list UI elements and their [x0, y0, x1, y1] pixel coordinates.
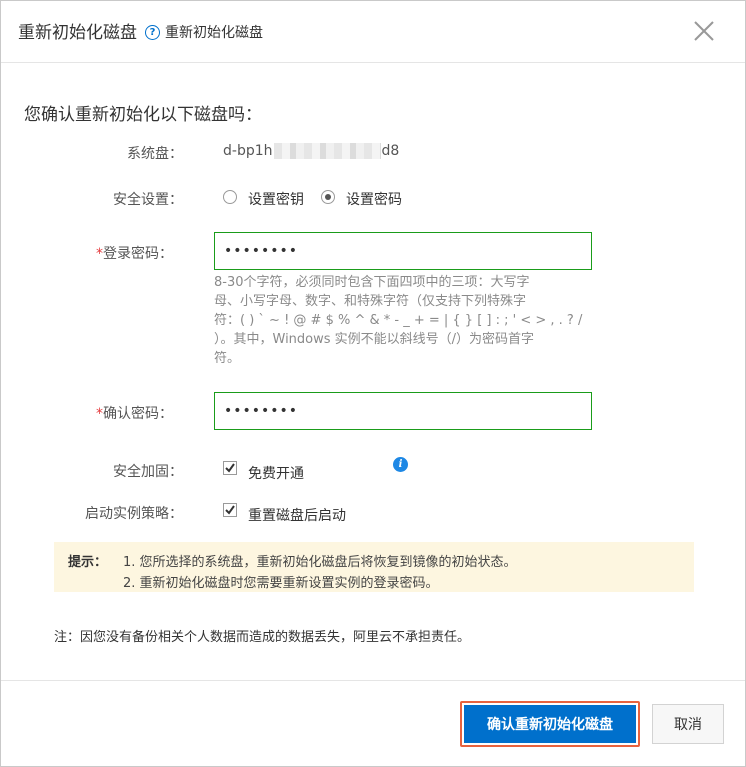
login-password-label: *登录密码：	[3, 243, 173, 263]
password-hint-line: 符。	[214, 351, 241, 366]
radio-set-key[interactable]	[223, 190, 237, 204]
dialog-header: 重新初始化磁盘 ? 重新初始化磁盘	[1, 1, 745, 63]
system-disk-value: d-bp1h d8	[223, 143, 399, 159]
start-after-reset-label[interactable]: 重置磁盘后启动	[248, 505, 346, 525]
radio-set-password-label[interactable]: 设置密码	[346, 189, 402, 209]
help-icon[interactable]: ?	[145, 25, 160, 40]
system-disk-id-prefix: d-bp1h	[223, 143, 273, 159]
reinit-disk-dialog: 重新初始化磁盘 ? 重新初始化磁盘 您确认重新初始化以下磁盘吗： 系统盘： d-…	[0, 0, 746, 767]
confirm-password-label-text: 确认密码：	[103, 406, 173, 422]
confirm-reinit-button[interactable]: 确认重新初始化磁盘	[464, 705, 636, 743]
radio-set-key-label[interactable]: 设置密钥	[248, 189, 304, 209]
required-mark: *	[96, 406, 103, 422]
login-password-input[interactable]	[214, 232, 592, 270]
required-mark: *	[96, 246, 103, 262]
password-hint-line: 母、小写字母、数字、和特殊字符（仅支持下列特殊字	[214, 294, 527, 309]
confirm-question: 您确认重新初始化以下磁盘吗：	[24, 105, 262, 125]
tip-line: 2. 重新初始化磁盘时您需要重新设置实例的登录密码。	[123, 576, 439, 591]
password-hint: 8-30个字符，必须同时包含下面四项中的三项：大写字 母、小写字母、数字、和特殊…	[214, 273, 584, 368]
info-icon[interactable]: i	[393, 457, 408, 472]
redacted-mask	[273, 143, 381, 159]
radio-set-password[interactable]	[321, 190, 335, 204]
start-policy-label: 启动实例策略：	[85, 506, 183, 522]
free-enable-label[interactable]: 免费开通	[248, 463, 304, 483]
disclaimer-note: 注：因您没有备份相关个人数据而造成的数据丢失，阿里云不承担责任。	[54, 630, 471, 645]
password-hint-line: ）。其中，Windows 实例不能以斜线号（/）为密码首字	[214, 332, 535, 347]
start-after-reset-checkbox[interactable]	[223, 503, 237, 517]
close-icon[interactable]	[691, 18, 717, 44]
login-password-label-text: 登录密码：	[103, 246, 173, 262]
help-link[interactable]: 重新初始化磁盘	[165, 22, 263, 42]
tip-line: 1. 您所选择的系统盘，重新初始化磁盘后将恢复到镜像的初始状态。	[123, 555, 517, 570]
security-hardening-label: 安全加固：	[113, 464, 183, 480]
security-setting-label: 安全设置：	[113, 192, 183, 208]
free-enable-checkbox[interactable]	[223, 461, 237, 475]
confirm-password-input[interactable]	[214, 392, 592, 430]
system-disk-label: 系统盘：	[127, 146, 183, 162]
system-disk-id-suffix: d8	[381, 143, 400, 159]
password-hint-line: 符：( ) ` ~ ! @ # $ % ^ & * - _ + = | { } …	[214, 313, 583, 328]
tip-box: 提示： 1. 您所选择的系统盘，重新初始化磁盘后将恢复到镜像的初始状态。 2. …	[54, 542, 694, 592]
cancel-button[interactable]: 取消	[652, 704, 724, 744]
password-hint-line: 8-30个字符，必须同时包含下面四项中的三项：大写字	[214, 275, 530, 290]
dialog-title: 重新初始化磁盘	[18, 23, 137, 43]
confirm-password-label: *确认密码：	[3, 403, 173, 423]
tip-label: 提示：	[68, 555, 108, 570]
